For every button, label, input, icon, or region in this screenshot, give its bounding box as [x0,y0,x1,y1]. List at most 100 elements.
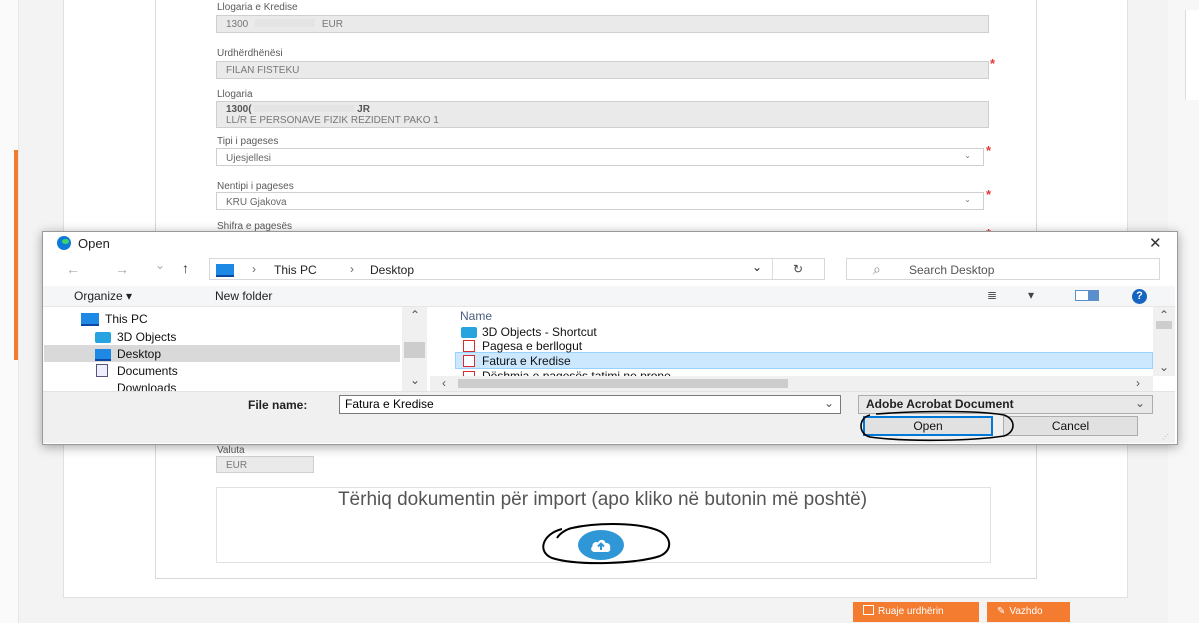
required-marker: * [990,56,996,71]
hand-drawn-circle-mark [860,410,1014,442]
chevron-down-icon: ⌄ [964,195,971,204]
edit-icon: ✎ [997,606,1006,617]
preview-pane-icon[interactable] [1075,290,1099,301]
hand-drawn-circle-mark [542,523,670,565]
chevron-down-icon: ▾ [126,289,133,303]
pc-monitor-icon [81,313,99,326]
resize-grip-icon[interactable]: ⋰ [1162,433,1169,441]
sidebar-accent-bar [14,150,18,360]
organize-label: Organize [74,289,123,303]
chevron-down-icon: ⌄ [964,151,971,160]
desktop-icon [95,349,111,361]
payment-subtype-label: Nentipi i pageses [217,181,294,192]
3d-objects-folder-icon [95,332,111,343]
dialog-title: Open [78,236,110,251]
currency-label: Valuta [217,445,245,456]
shortcut-folder-icon [461,327,477,338]
currency-value: EUR [226,460,248,471]
help-icon[interactable]: ? [1132,289,1147,304]
search-placeholder: Search Desktop [909,263,995,277]
pc-monitor-icon [216,264,234,277]
redacted-block [255,19,316,27]
account-description: LL/R E PERSONAVE FIZIK REZIDENT PAKO 1 [226,115,439,126]
breadcrumb-desktop[interactable]: Desktop [370,263,414,277]
redacted-block [254,105,355,112]
refresh-icon[interactable]: ↻ [793,262,803,276]
pdf-file-icon [463,355,475,367]
credit-account-currency: EUR [321,19,343,30]
scroll-up-icon[interactable]: ⌃ [1159,308,1169,322]
tree-item-downloads[interactable]: Downloads [117,380,176,391]
scrollbar-thumb[interactable] [458,379,788,388]
file-name-value: Fatura e Kredise [345,397,434,411]
save-order-label: Ruaje urdhërin [878,606,944,617]
breadcrumb-this-pc[interactable]: This PC [274,263,317,277]
scrollbar-thumb[interactable] [1156,321,1172,329]
cancel-button[interactable]: Cancel [1003,416,1138,436]
breadcrumb-separator: › [350,262,354,276]
column-header-name[interactable]: Name [460,309,492,323]
credit-account-field: 1300 EUR [216,15,989,33]
continue-button[interactable]: ✎ Vazhdo [987,602,1070,622]
file-pane-hscrollbar[interactable]: ‹ › [430,376,1153,391]
tree-item-3d-objects[interactable]: 3D Objects [117,329,176,346]
chevron-down-icon[interactable]: ▾ [1028,288,1034,302]
search-desktop-input[interactable]: ⌕ Search Desktop [846,258,1160,280]
edge-browser-icon [57,236,71,250]
scroll-down-icon[interactable]: ⌄ [410,373,420,387]
chevron-down-icon: ⌄ [1134,396,1145,410]
save-icon [863,605,874,615]
view-options-icon[interactable]: ≣ [987,288,997,302]
scroll-down-icon[interactable]: ⌄ [1159,360,1169,374]
right-side-panel [1185,10,1199,100]
payer-value: FILAN FISTEKU [226,65,300,76]
currency-field: EUR [216,456,314,473]
dialog-toolbar [43,286,1175,307]
address-bar[interactable]: › This PC › Desktop ⌄ ↻ [209,258,825,280]
account-number: 1300( [226,104,252,115]
save-order-button[interactable]: Ruaje urdhërin [853,602,979,622]
forward-arrow-icon[interactable]: → [115,261,129,277]
pdf-file-icon [463,340,475,352]
payer-label: Urdhërdhënësi [217,48,283,59]
file-name-label: File name: [248,398,308,412]
close-icon[interactable]: ✕ [1149,234,1162,252]
payment-type-select[interactable]: Ujesjellesi ⌄ [216,148,984,166]
chevron-down-icon[interactable]: ⌄ [752,260,762,274]
continue-label: Vazhdo [1009,606,1043,617]
file-type-value: Adobe Acrobat Document [866,397,1014,411]
new-folder-button[interactable]: New folder [215,289,272,303]
up-arrow-icon[interactable]: ↑ [182,260,189,276]
account-suffix: JR [357,104,370,115]
recent-locations-icon[interactable]: ⌄ [155,258,165,272]
payment-type-label: Tipi i pageses [217,136,279,147]
required-marker: * [986,187,992,202]
organize-menu[interactable]: Organize ▾ [74,289,132,303]
credit-account-label: Llogaria e Kredise [217,2,298,13]
file-pane-vscrollbar[interactable]: ⌃ ⌄ [1153,307,1175,376]
tree-item-this-pc[interactable]: This PC [105,311,148,328]
scroll-up-icon[interactable]: ⌃ [410,308,420,322]
tree-item-desktop[interactable]: Desktop [117,346,161,363]
chevron-down-icon[interactable]: ⌄ [824,396,834,410]
search-icon: ⌕ [873,261,881,277]
scroll-right-icon[interactable]: › [1136,376,1140,390]
account-field: 1300( JR LL/R E PERSONAVE FIZIK REZIDENT… [216,101,989,128]
upload-drop-text: Tërhiq dokumentin për import (apo kliko … [337,489,868,510]
file-name-input[interactable]: Fatura e Kredise ⌄ [339,395,841,414]
back-arrow-icon[interactable]: ← [66,261,80,277]
documents-icon [96,364,108,377]
nav-pane-scrollbar[interactable]: ⌃ ⌄ [402,307,427,391]
required-marker: * [986,143,992,158]
payment-type-value: Ujesjellesi [226,153,272,164]
scroll-left-icon[interactable]: ‹ [442,376,446,390]
payer-field: FILAN FISTEKU [216,61,989,79]
payment-subtype-value: KRU Gjakova [226,197,287,208]
account-label: Llogaria [217,89,253,100]
tree-item-documents[interactable]: Documents [117,363,178,380]
scrollbar-thumb[interactable] [404,342,425,358]
breadcrumb-separator: › [252,262,256,276]
credit-account-value: 1300 [226,19,249,30]
payment-subtype-select[interactable]: KRU Gjakova ⌄ [216,192,984,210]
divider [772,259,773,279]
